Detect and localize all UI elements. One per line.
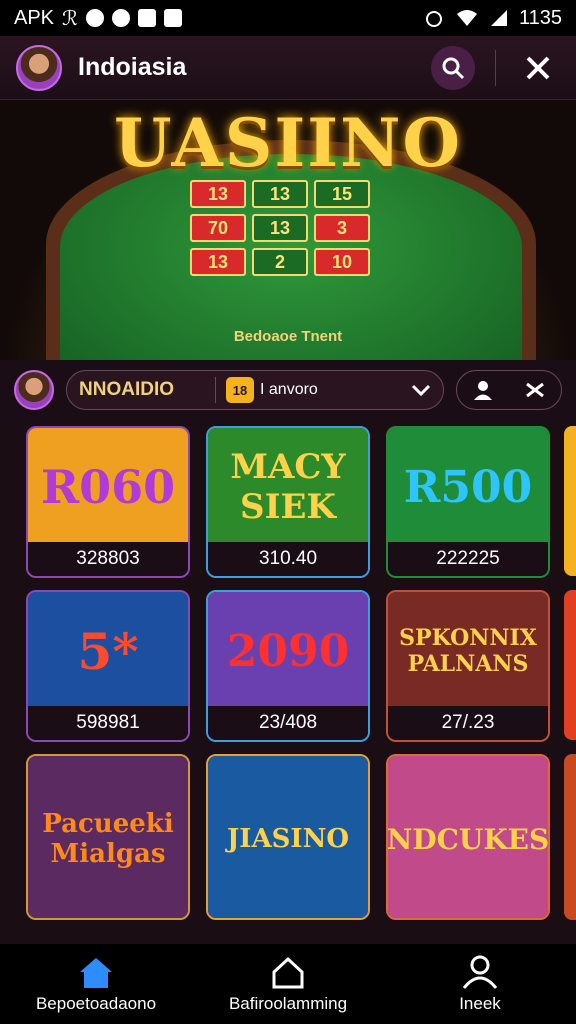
bet-cell: 13 <box>252 214 308 242</box>
game-art: 2090 <box>208 592 368 710</box>
app-notification-icon <box>86 9 104 27</box>
search-icon <box>442 57 465 79</box>
search-button[interactable] <box>431 45 475 90</box>
nav-label: Ineek <box>459 994 501 1013</box>
category-label: NNOAIDIO <box>79 379 174 400</box>
home-icon <box>80 958 112 988</box>
avatar[interactable] <box>14 370 54 410</box>
game-title: R500 <box>403 461 533 513</box>
game-title: NDCUKES <box>386 822 550 856</box>
nav-item-explore[interactable]: Bafiroolamming <box>192 944 384 1024</box>
game-caption: 598981 <box>28 706 188 740</box>
game-tile[interactable]: JIASINO <box>206 754 370 920</box>
page-title: Indoiasia <box>78 53 187 81</box>
app-header: Indoiasia <box>0 36 576 100</box>
game-tile[interactable]: MACY SIEK 310.40 <box>206 426 370 578</box>
signal-icon <box>490 10 507 26</box>
category-value: I anvoro <box>260 381 318 398</box>
game-art: R500 <box>388 428 548 546</box>
action-pill <box>456 370 562 410</box>
bet-cell: 13 <box>190 248 246 276</box>
game-tile-partial[interactable] <box>564 590 576 740</box>
nav-item-home[interactable]: Bepoetoadaono <box>0 944 192 1024</box>
pill-divider <box>215 377 216 403</box>
game-tile[interactable]: 5* 598981 <box>26 590 190 742</box>
game-tile[interactable]: NDCUKES <box>386 754 550 920</box>
game-caption: 310.40 <box>208 542 368 576</box>
game-title: Pacueeki Mialgas <box>42 809 174 869</box>
game-tile[interactable]: R060 328803 <box>26 426 190 578</box>
status-carrier-extra: ℛ <box>62 7 78 30</box>
hero-title: UASIINO <box>114 104 462 182</box>
avatar[interactable] <box>16 44 62 91</box>
house-outline-icon <box>272 956 304 989</box>
bet-cell: 70 <box>190 214 246 242</box>
profile-icon <box>462 955 498 989</box>
game-tile[interactable]: Pacueeki Mialgas <box>26 754 190 920</box>
bottom-nav: Bepoetoadaono Bafiroolamming Ineek <box>0 944 576 1024</box>
game-art: NDCUKES <box>386 756 550 918</box>
betting-grid: 13 13 15 70 13 3 13 2 10 <box>190 180 370 276</box>
game-title: 5* <box>77 621 139 681</box>
alarm-icon <box>425 11 442 27</box>
game-tile-partial[interactable] <box>564 426 576 576</box>
game-caption: 23/408 <box>208 706 368 740</box>
close-button[interactable] <box>516 46 560 90</box>
game-art: SPKONNIX PALNANS <box>388 592 548 710</box>
bet-cell: 13 <box>252 180 308 208</box>
close-icon <box>526 56 550 79</box>
user-icon[interactable] <box>472 379 494 401</box>
hero-subtitle: Bedoaoe Tnent <box>233 328 343 345</box>
wifi-icon <box>456 10 477 26</box>
shuffle-icon[interactable] <box>524 379 546 401</box>
game-caption: 27/.23 <box>388 706 548 740</box>
game-title: JIASINO <box>227 824 349 854</box>
status-time: 1135 <box>518 6 562 29</box>
bet-cell: 10 <box>314 248 370 276</box>
status-carrier: APK <box>14 6 55 29</box>
game-tile-partial[interactable] <box>564 754 576 920</box>
filter-bar: NNOAIDIO 18 I anvoro <box>0 360 576 420</box>
chevron-down-icon <box>411 384 431 397</box>
game-title: SPKONNIX PALNANS <box>399 625 537 677</box>
game-title: 2090 <box>226 625 350 677</box>
age-badge: 18 <box>226 377 254 403</box>
bet-cell: 13 <box>190 180 246 208</box>
hero-banner[interactable]: 13 13 15 70 13 3 13 2 10 UASIINO Bedoaoe… <box>0 100 576 360</box>
game-tile[interactable]: 2090 23/408 <box>206 590 370 742</box>
home-notification-icon <box>164 9 182 27</box>
nav-item-profile[interactable]: Ineek <box>384 944 576 1024</box>
bet-cell: 3 <box>314 214 370 242</box>
bet-cell: 2 <box>252 248 308 276</box>
game-tile[interactable]: R500 222225 <box>386 426 550 578</box>
info-notification-icon <box>112 9 130 27</box>
game-art: R060 <box>28 428 188 546</box>
media-notification-icon <box>138 9 156 27</box>
game-title: R060 <box>40 460 176 514</box>
status-bar: APK ℛ 1135 <box>0 0 576 36</box>
game-caption: 222225 <box>388 542 548 576</box>
game-caption: 328803 <box>28 542 188 576</box>
bet-cell: 15 <box>314 180 370 208</box>
game-tile[interactable]: SPKONNIX PALNANS 27/.23 <box>386 590 550 742</box>
nav-label: Bepoetoadaono <box>35 994 157 1013</box>
game-art: 5* <box>28 592 188 710</box>
game-title: MACY SIEK <box>230 447 346 527</box>
game-art: MACY SIEK <box>208 428 368 546</box>
category-selector[interactable]: NNOAIDIO 18 I anvoro <box>66 370 444 410</box>
game-art: JIASINO <box>208 756 368 918</box>
game-art: Pacueeki Mialgas <box>28 756 188 918</box>
header-divider <box>495 49 496 86</box>
nav-label: Bafiroolamming <box>228 994 348 1013</box>
